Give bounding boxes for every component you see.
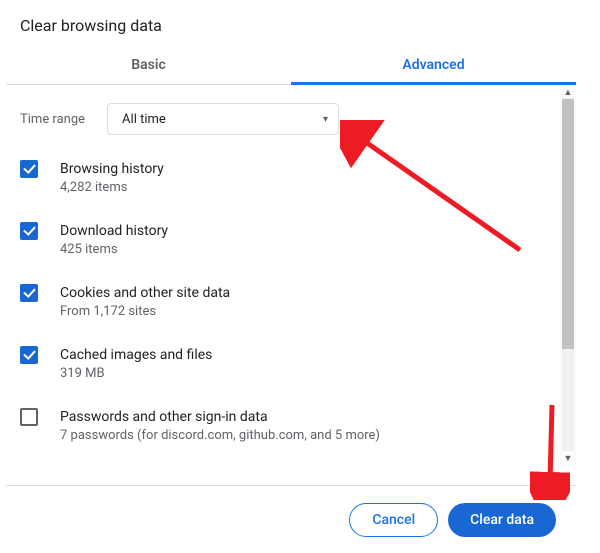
checkbox-cookies[interactable] (20, 284, 38, 302)
item-subtitle: 4,282 items (60, 179, 164, 197)
clear-data-button-label: Clear data (470, 512, 534, 528)
item-subtitle: From 1,172 sites (60, 303, 230, 321)
tabs: Basic Advanced (6, 45, 576, 85)
clear-browsing-data-dialog: Clear browsing data Basic Advanced Time … (6, 0, 576, 465)
time-range-select[interactable]: All time ▾ (107, 103, 339, 135)
checkbox-cache[interactable] (20, 346, 38, 364)
clear-data-button[interactable]: Clear data (448, 503, 556, 537)
cancel-button[interactable]: Cancel (349, 503, 438, 537)
tab-basic-label: Basic (131, 57, 166, 73)
item-title: Browsing history (60, 159, 164, 179)
item-subtitle: 7 passwords (for discord.com, github.com… (60, 427, 380, 445)
tab-advanced[interactable]: Advanced (291, 45, 576, 84)
item-title: Cached images and files (60, 345, 212, 365)
list-item: Passwords and other sign-in data 7 passw… (20, 407, 550, 445)
cancel-button-label: Cancel (372, 512, 415, 528)
item-subtitle: 319 MB (60, 365, 212, 383)
list-item: Download history 425 items (20, 221, 550, 259)
scroll-up-icon[interactable]: ▲ (560, 85, 576, 99)
list-item: Cached images and files 319 MB (20, 345, 550, 383)
dialog-footer: Cancel Clear data (6, 485, 576, 553)
checkbox-download-history[interactable] (20, 222, 38, 240)
time-range-value: All time (122, 112, 166, 127)
list-item: Browsing history 4,282 items (20, 159, 550, 197)
item-title: Passwords and other sign-in data (60, 407, 380, 427)
scroll-thumb[interactable] (562, 99, 574, 349)
tab-advanced-label: Advanced (402, 57, 464, 73)
tab-basic[interactable]: Basic (6, 45, 291, 84)
chevron-down-icon: ▾ (323, 114, 328, 125)
item-subtitle: 425 items (60, 241, 168, 259)
list-item: Cookies and other site data From 1,172 s… (20, 283, 550, 321)
dialog-title: Clear browsing data (6, 0, 576, 45)
item-title: Download history (60, 221, 168, 241)
scrollbar[interactable]: ▲ ▼ (560, 85, 576, 465)
time-range-row: Time range All time ▾ (20, 103, 550, 135)
item-title: Cookies and other site data (60, 283, 230, 303)
dialog-content: Time range All time ▾ Browsing history 4… (6, 85, 560, 465)
checkbox-passwords[interactable] (20, 408, 38, 426)
checkbox-browsing-history[interactable] (20, 160, 38, 178)
time-range-label: Time range (20, 112, 85, 127)
scroll-down-icon[interactable]: ▼ (560, 451, 576, 465)
